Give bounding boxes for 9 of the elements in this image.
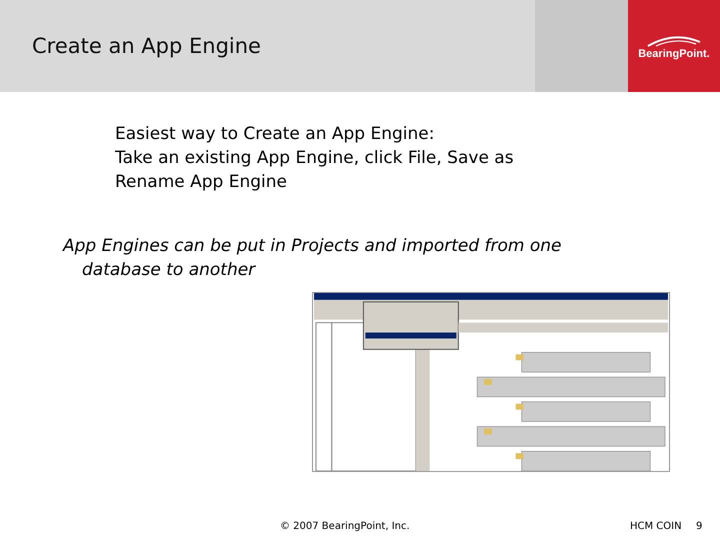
footer-label: HCM COIN: [630, 520, 683, 532]
note-text: App Engines can be put in Projects and imported from one database to another: [63, 235, 563, 282]
copyright-text: © 2007 BearingPoint, Inc.: [280, 520, 411, 532]
bullet-text: Easiest way to Create an App Engine:: [115, 123, 436, 146]
bullet-text: Take an existing App Engine, click File, Save as: [115, 147, 515, 170]
slide-title: Create an App Engine: [32, 34, 261, 58]
bullet-text: Rename App Engine: [115, 171, 288, 194]
page-number: 9: [696, 520, 702, 532]
logo-text: BearingPoint.: [638, 48, 710, 60]
